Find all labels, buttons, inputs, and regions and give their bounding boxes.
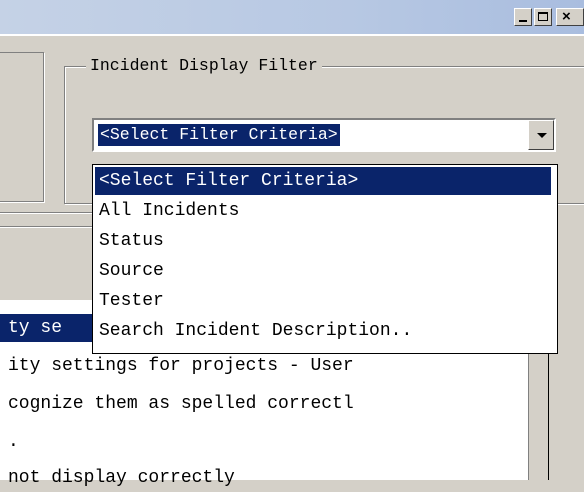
filter-criteria-dropdown-list[interactable]: <Select Filter Criteria> All Incidents S… xyxy=(92,164,558,354)
chevron-down-icon xyxy=(537,133,547,138)
close-icon: × xyxy=(562,8,571,25)
maximize-button[interactable] xyxy=(534,8,552,26)
maximize-icon xyxy=(538,12,548,21)
dropdown-option-all-incidents[interactable]: All Incidents xyxy=(95,197,551,225)
title-bar xyxy=(0,0,584,34)
filter-criteria-combobox[interactable]: <Select Filter Criteria> xyxy=(92,118,556,152)
dropdown-option-status[interactable]: Status xyxy=(95,227,551,255)
dropdown-option-source[interactable]: Source xyxy=(95,257,551,285)
dropdown-option-tester[interactable]: Tester xyxy=(95,287,551,315)
left-group-box xyxy=(0,52,44,202)
panel-separator-highlight xyxy=(0,227,92,228)
list-item[interactable]: not display correctly xyxy=(8,464,235,492)
panel-separator-highlight xyxy=(0,213,92,214)
dropdown-option-select-filter[interactable]: <Select Filter Criteria> xyxy=(95,167,551,195)
list-item[interactable]: . xyxy=(8,428,19,456)
close-button[interactable]: × xyxy=(556,8,584,26)
list-item[interactable]: cognize them as spelled correctl xyxy=(8,390,354,418)
dropdown-arrow-button[interactable] xyxy=(528,120,554,150)
filter-criteria-selected-value: <Select Filter Criteria> xyxy=(98,124,340,146)
minimize-button[interactable] xyxy=(514,8,532,26)
dropdown-option-search-description[interactable]: Search Incident Description.. xyxy=(95,317,551,345)
incident-filter-legend: Incident Display Filter xyxy=(86,56,322,75)
minimize-icon xyxy=(519,20,527,22)
list-item[interactable]: ity settings for projects - User xyxy=(8,352,354,380)
list-item[interactable]: ty se xyxy=(8,314,62,342)
title-bar-edge xyxy=(0,34,584,36)
